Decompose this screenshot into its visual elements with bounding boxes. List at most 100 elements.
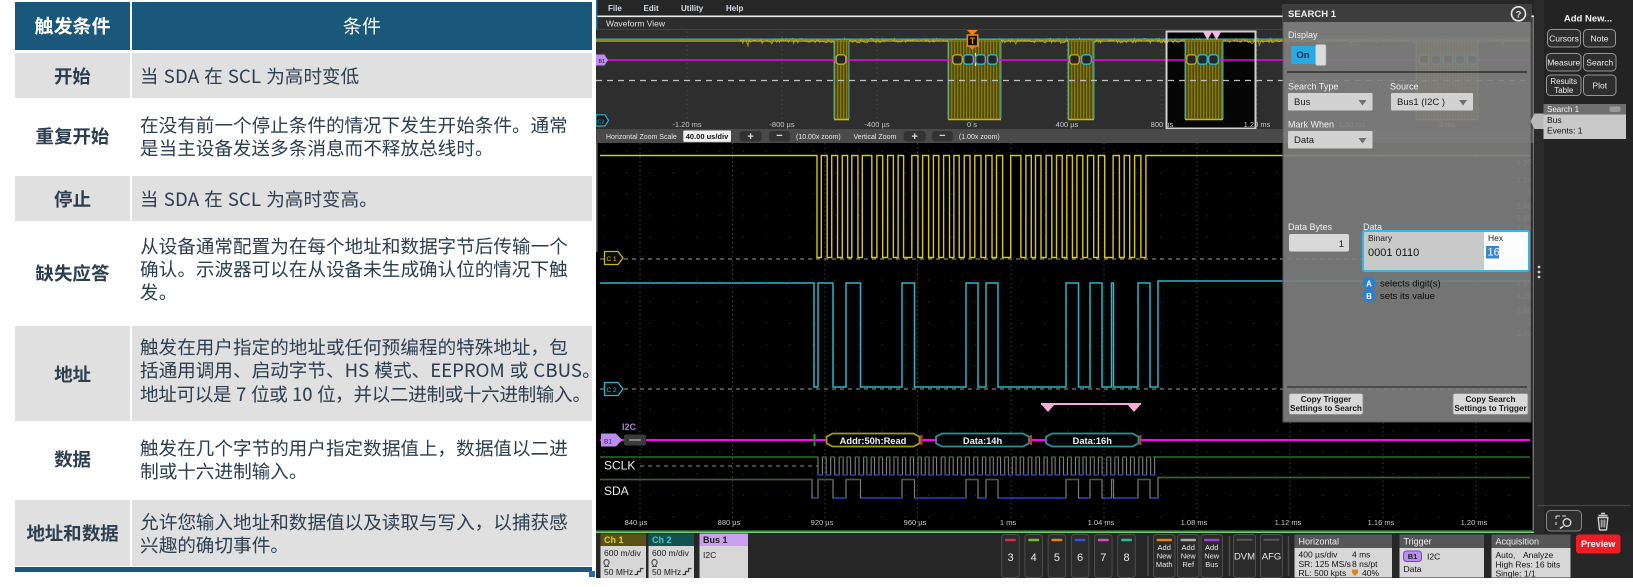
svg-text:-1.20 ms: -1.20 ms	[672, 120, 701, 129]
svg-text:(1.00x zoom): (1.00x zoom)	[959, 134, 1000, 141]
svg-text:SEARCH 1: SEARCH 1	[1288, 9, 1337, 20]
svg-text:Copy Trigger: Copy Trigger	[1301, 395, 1352, 404]
svg-text:sets its value: sets its value	[1380, 291, 1435, 302]
svg-text:Addr:50h:Read: Addr:50h:Read	[840, 436, 907, 446]
svg-text:Math: Math	[1156, 560, 1173, 569]
svg-text:600 m/div: 600 m/div	[652, 548, 690, 558]
svg-text:B: B	[1366, 292, 1372, 301]
svg-text:600 m/div: 600 m/div	[604, 548, 642, 558]
svg-text:400 µs: 400 µs	[1056, 120, 1079, 129]
svg-text:Table: Table	[1554, 86, 1574, 95]
svg-text:SCLK: SCLK	[604, 459, 635, 473]
svg-text:Settings to Search: Settings to Search	[1290, 404, 1362, 413]
svg-text:+: +	[747, 131, 753, 143]
svg-text:Note: Note	[1591, 33, 1609, 43]
svg-text:DVM: DVM	[1234, 552, 1255, 563]
svg-text:Horizontal: Horizontal	[1299, 537, 1340, 547]
svg-text:Preview: Preview	[1581, 539, 1616, 549]
svg-text:Help: Help	[726, 4, 743, 13]
svg-text:Trigger: Trigger	[1404, 537, 1432, 547]
svg-text:Hex: Hex	[1488, 233, 1504, 243]
svg-text:Cursors: Cursors	[1549, 33, 1579, 43]
svg-text:1.20 ms: 1.20 ms	[1244, 120, 1271, 129]
svg-text:Bus: Bus	[1294, 97, 1311, 108]
svg-text:Add New...: Add New...	[1564, 14, 1612, 25]
svg-text:16: 16	[1488, 247, 1500, 259]
svg-text:RL: 500 kpts: RL: 500 kpts	[1299, 568, 1347, 578]
svg-text:4: 4	[1031, 552, 1037, 564]
svg-text:Search 1: Search 1	[1547, 105, 1580, 114]
svg-text:Ch 1: Ch 1	[604, 535, 624, 545]
svg-text:B1: B1	[604, 439, 612, 446]
svg-text:Measure: Measure	[1547, 57, 1580, 67]
svg-text:8: 8	[1123, 552, 1129, 564]
svg-text:Bus1 (I2C ): Bus1 (I2C )	[1397, 97, 1445, 108]
svg-text:Search Type: Search Type	[1288, 82, 1338, 92]
svg-text:Results: Results	[1550, 77, 1577, 86]
svg-text:Bus 1: Bus 1	[703, 535, 728, 545]
svg-text:Search: Search	[1586, 57, 1613, 67]
svg-text:5: 5	[1054, 552, 1060, 564]
svg-text:Acquisition: Acquisition	[1496, 537, 1540, 547]
svg-text:880 µs: 880 µs	[718, 518, 741, 527]
svg-text:40%: 40%	[1362, 568, 1379, 578]
svg-text:File: File	[608, 4, 622, 13]
svg-text:Auto,: Auto,	[1496, 550, 1516, 560]
svg-text:Bus: Bus	[1547, 115, 1562, 125]
svg-text:C2: C2	[598, 120, 605, 126]
svg-text:I2C: I2C	[1427, 552, 1440, 562]
svg-text:50 MHz: 50 MHz	[604, 567, 633, 577]
svg-text:?: ?	[1516, 9, 1522, 20]
svg-text:Data:14h: Data:14h	[963, 436, 1003, 446]
svg-text:4 ms: 4 ms	[1352, 550, 1370, 560]
svg-text:Ch 2: Ch 2	[652, 535, 672, 545]
svg-text:840 µs: 840 µs	[625, 518, 648, 527]
svg-text:800 µs: 800 µs	[1151, 120, 1174, 129]
svg-text:Binary: Binary	[1368, 233, 1393, 243]
svg-text:Data Bytes: Data Bytes	[1288, 222, 1333, 232]
svg-text:Copy Search: Copy Search	[1465, 395, 1515, 404]
svg-text:1.04 ms: 1.04 ms	[1088, 518, 1115, 527]
svg-text:-800 µs: -800 µs	[769, 120, 794, 129]
svg-text:On: On	[1296, 50, 1309, 61]
svg-text:Data: Data	[1294, 135, 1315, 146]
svg-text:C 2: C 2	[607, 387, 618, 394]
svg-text:Utility: Utility	[681, 4, 704, 13]
svg-text:0001 0110: 0001 0110	[1368, 247, 1419, 259]
svg-text:50 MHz: 50 MHz	[652, 567, 681, 577]
svg-text:3: 3	[1007, 552, 1013, 564]
svg-text:-400 µs: -400 µs	[864, 120, 889, 129]
svg-text:AFG: AFG	[1262, 552, 1282, 563]
svg-text:1.16 ms: 1.16 ms	[1368, 518, 1395, 527]
svg-text:Ref: Ref	[1182, 560, 1195, 569]
svg-text:1.12 ms: 1.12 ms	[1275, 518, 1302, 527]
svg-text:B1: B1	[599, 59, 606, 65]
svg-text:Edit: Edit	[644, 4, 659, 13]
svg-text:7: 7	[1100, 552, 1106, 564]
svg-text:I2C: I2C	[703, 550, 716, 560]
svg-text:(10.00x zoom): (10.00x zoom)	[796, 134, 841, 141]
svg-text:SDA: SDA	[604, 484, 629, 498]
svg-text:960 µs: 960 µs	[904, 518, 927, 527]
svg-text:T: T	[970, 36, 976, 46]
svg-text:0 s: 0 s	[967, 120, 977, 129]
svg-text:−: −	[776, 130, 782, 142]
svg-text:C 1: C 1	[607, 256, 618, 263]
svg-text:Vertical Zoom: Vertical Zoom	[854, 134, 897, 141]
svg-text:Source: Source	[1390, 82, 1419, 92]
svg-text:6: 6	[1077, 552, 1083, 564]
svg-text:Plot: Plot	[1592, 80, 1607, 90]
svg-text:400 µs/div: 400 µs/div	[1299, 550, 1339, 560]
svg-text:Waveform View: Waveform View	[606, 19, 666, 29]
svg-text:1.20 ms: 1.20 ms	[1461, 518, 1488, 527]
svg-text:Analyze: Analyze	[1523, 550, 1554, 560]
svg-text:Data:16h: Data:16h	[1073, 436, 1113, 446]
svg-text:Horizontal Zoom Scale: Horizontal Zoom Scale	[606, 134, 677, 141]
svg-text:B1: B1	[1408, 552, 1418, 561]
svg-text:Mark When: Mark When	[1288, 120, 1334, 130]
svg-text:Settings to Trigger: Settings to Trigger	[1454, 404, 1527, 413]
svg-text:Events: 1: Events: 1	[1547, 126, 1583, 136]
svg-text:1 ms: 1 ms	[1000, 518, 1017, 527]
svg-text:1: 1	[1339, 239, 1344, 250]
svg-text:A: A	[1366, 280, 1372, 289]
